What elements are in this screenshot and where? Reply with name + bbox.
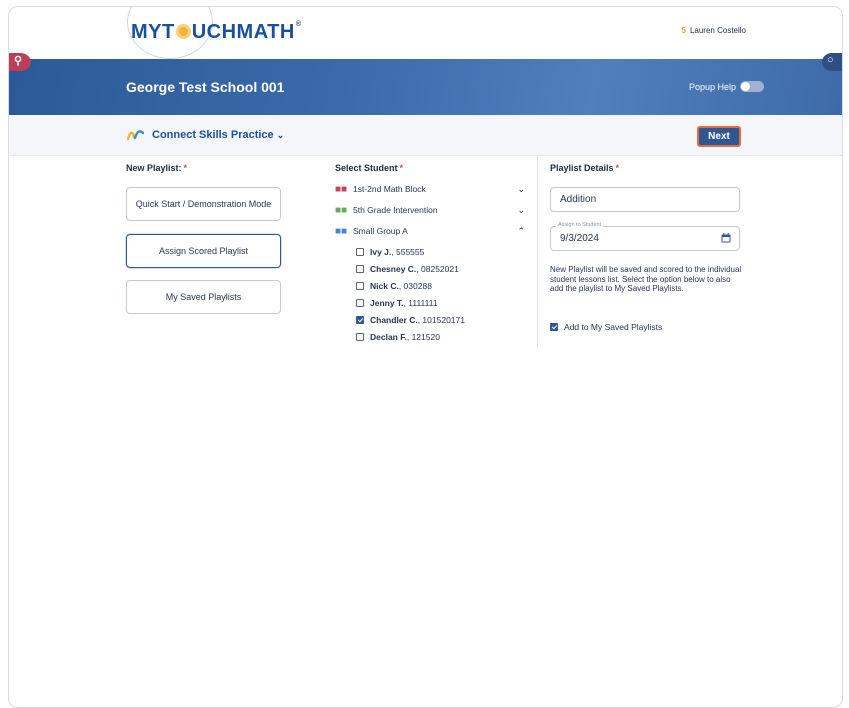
student-row[interactable]: Declan F., 121520 bbox=[356, 332, 440, 345]
student-checkbox[interactable] bbox=[356, 333, 364, 341]
user-name: Lauren Costello bbox=[689, 26, 746, 35]
playlist-details-title: Playlist Details * bbox=[550, 163, 619, 173]
assign-date-label: Assign to Student bbox=[556, 222, 604, 228]
group-icon: ■■ bbox=[335, 205, 348, 216]
assign-scored-playlist-button[interactable]: Assign Scored Playlist bbox=[126, 234, 281, 268]
help-search-icon[interactable]: ⚲ bbox=[9, 53, 31, 71]
student-name: Chesney C. bbox=[370, 264, 417, 274]
group-label: 1st-2nd Math Block bbox=[353, 184, 426, 194]
student-name: Ivy J. bbox=[370, 247, 392, 257]
student-row[interactable]: Jenny T., 1111111 bbox=[356, 298, 438, 311]
required-mark: * bbox=[615, 163, 620, 173]
required-mark: * bbox=[183, 163, 188, 173]
group-row-1st-2nd-math-block[interactable]: ■■ 1st-2nd Math Block ⌄ bbox=[335, 184, 525, 198]
student-checkbox[interactable] bbox=[356, 299, 364, 307]
group-row-small-group-a[interactable]: ■■ Small Group A ⌃ bbox=[335, 226, 525, 240]
chevron-down-icon: ⌄ bbox=[276, 130, 285, 140]
student-checkbox[interactable] bbox=[356, 248, 364, 256]
add-to-saved-label: Add to My Saved Playlists bbox=[564, 322, 663, 332]
group-label: Small Group A bbox=[353, 226, 408, 236]
calendar-icon[interactable] bbox=[721, 233, 731, 243]
playlist-name-input[interactable]: Addition bbox=[550, 187, 740, 212]
logo-o-icon bbox=[175, 24, 191, 39]
logo-text-pre: MYT bbox=[131, 21, 175, 43]
group-icon: ■■ bbox=[335, 226, 348, 237]
student-row[interactable]: Ivy J., 555555 bbox=[356, 247, 424, 260]
user-badge: 5 bbox=[681, 26, 686, 35]
group-label: 5th Grade Intervention bbox=[353, 205, 438, 215]
student-row[interactable]: Nick C., 030288 bbox=[356, 281, 432, 294]
top-bar: MYT UCHMATH® 5 Lauren Costello bbox=[9, 7, 842, 59]
required-mark: * bbox=[399, 163, 404, 173]
next-button[interactable]: Next bbox=[697, 126, 741, 147]
module-selector[interactable]: Connect Skills Practice ⌄ bbox=[152, 129, 284, 141]
playlist-details-title-text: Playlist Details bbox=[550, 163, 614, 173]
chat-icon[interactable]: ○ bbox=[822, 53, 842, 71]
new-playlist-title-text: New Playlist: bbox=[126, 163, 182, 173]
student-checkbox[interactable] bbox=[356, 265, 364, 273]
student-id: , 555555 bbox=[391, 247, 425, 257]
popup-help-label: Popup Help bbox=[688, 82, 736, 92]
user-menu[interactable]: 5 Lauren Costello bbox=[682, 26, 747, 35]
student-row[interactable]: Chesney C., 08252021 bbox=[356, 264, 459, 277]
school-name: George Test School 001 bbox=[126, 79, 285, 95]
assign-date-value: 9/3/2024 bbox=[560, 233, 599, 244]
column-divider bbox=[537, 155, 538, 349]
student-id: , 08252021 bbox=[416, 264, 459, 274]
app-frame: MYT UCHMATH® 5 Lauren Costello George Test… bbox=[8, 6, 843, 708]
playlist-info-text: New Playlist will be saved and scored to… bbox=[550, 265, 742, 293]
student-checkbox[interactable] bbox=[356, 316, 364, 324]
assign-date-input[interactable]: 9/3/2024 bbox=[550, 226, 740, 251]
student-name: Declan F. bbox=[370, 332, 407, 342]
chevron-down-icon[interactable]: ⌄ bbox=[517, 184, 525, 195]
add-to-saved-checkbox[interactable] bbox=[550, 323, 558, 331]
select-student-title: Select Student * bbox=[335, 163, 403, 173]
popup-help-toggle[interactable] bbox=[740, 81, 764, 92]
student-name: Jenny T. bbox=[370, 298, 404, 308]
logo-trademark: ® bbox=[295, 21, 302, 28]
chevron-up-icon[interactable]: ⌃ bbox=[517, 226, 525, 237]
select-student-title-text: Select Student bbox=[335, 163, 398, 173]
student-checkbox[interactable] bbox=[356, 282, 364, 290]
group-row-5th-grade-intervention[interactable]: ■■ 5th Grade Intervention ⌄ bbox=[335, 205, 525, 219]
new-playlist-title: New Playlist: * bbox=[126, 163, 187, 173]
student-row[interactable]: Chandler C., 101520171 bbox=[356, 315, 465, 328]
student-name: Chandler C. bbox=[370, 315, 418, 325]
module-header: Connect Skills Practice ⌄ Next bbox=[9, 115, 842, 156]
student-name: Nick C. bbox=[370, 281, 399, 291]
group-icon: ■■ bbox=[335, 184, 348, 195]
my-saved-playlists-button[interactable]: My Saved Playlists bbox=[126, 280, 281, 314]
school-banner: George Test School 001 Popup Help bbox=[9, 59, 842, 115]
logo-text-post: UCHMATH bbox=[191, 21, 295, 43]
student-id: , 1111111 bbox=[403, 298, 438, 308]
module-title-text: Connect Skills Practice bbox=[152, 129, 274, 141]
student-id: , 101520171 bbox=[417, 315, 465, 325]
chevron-down-icon[interactable]: ⌄ bbox=[517, 205, 525, 216]
module-icon bbox=[127, 130, 144, 141]
logo[interactable]: MYT UCHMATH® bbox=[131, 21, 302, 44]
student-id: , 121520 bbox=[406, 332, 440, 342]
add-to-saved-playlists-option[interactable]: Add to My Saved Playlists bbox=[550, 322, 662, 332]
student-id: , 030288 bbox=[398, 281, 432, 291]
quick-start-button[interactable]: Quick Start / Demonstration Mode bbox=[126, 187, 281, 221]
